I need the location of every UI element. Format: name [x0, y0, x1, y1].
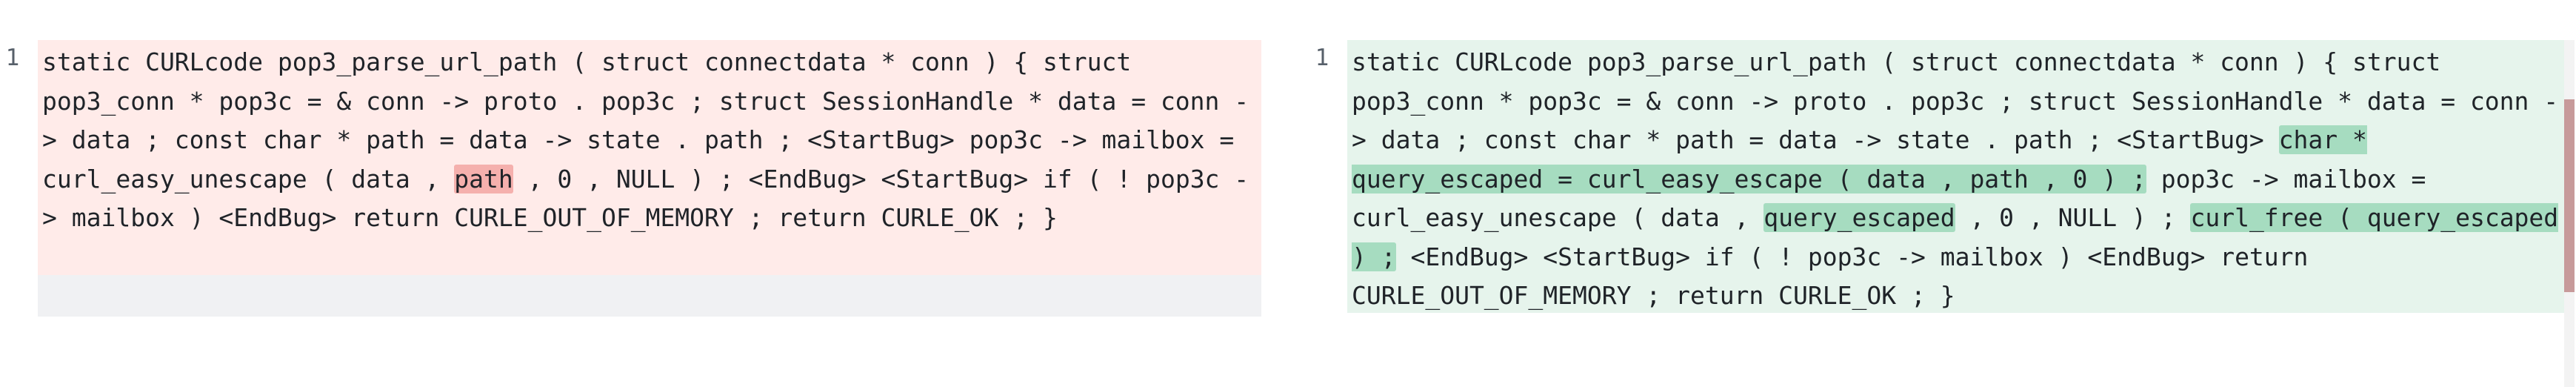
deleted-code-line: static CURLcode pop3_parse_url_path ( st… — [38, 40, 1261, 275]
code-segment: <EndBug> <StartBug> if ( ! pop3c -> mail… — [1352, 242, 2309, 311]
line-number: 1 — [5, 44, 20, 71]
added-token-highlight: query_escaped — [1764, 203, 1955, 232]
deleted-token-highlight: path — [454, 164, 513, 194]
empty-filler-line — [38, 275, 1261, 317]
code-segment: static CURLcode pop3_parse_url_path ( st… — [1352, 47, 2559, 154]
added-code-line: static CURLcode pop3_parse_url_path ( st… — [1347, 40, 2569, 313]
scrollbar-thumb[interactable] — [2564, 99, 2575, 292]
code-segment: , 0 , NULL ) ; — [1955, 203, 2191, 232]
line-number: 1 — [1315, 44, 1329, 71]
